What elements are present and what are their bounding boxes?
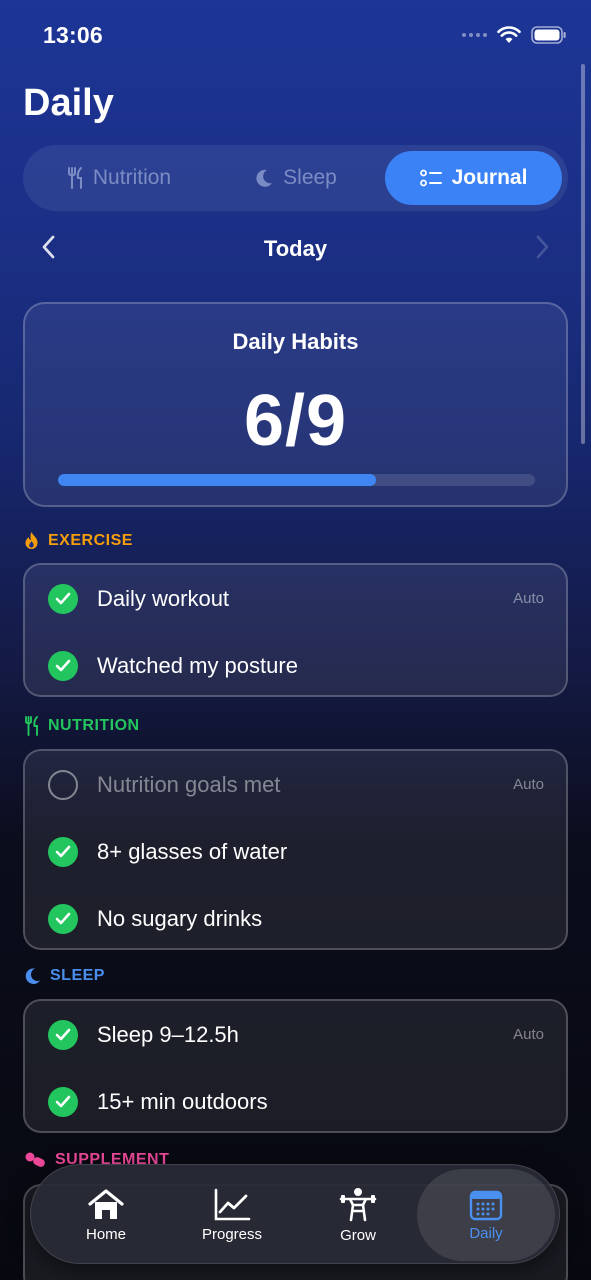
auto-badge: Auto [513,776,544,793]
status-time: 13:06 [43,22,103,48]
status-icons [462,26,567,44]
flame-icon [25,532,38,549]
check-circle-icon[interactable] [48,650,78,681]
sleep-card: Sleep 9–12.5h Auto 15+ min outdoors [23,999,568,1133]
section-title-sleep: SLEEP [50,967,105,984]
habit-row-water[interactable]: 8+ glasses of water [25,818,566,885]
section-title-nutrition: NUTRITION [48,717,140,734]
section-header-exercise: EXERCISE [24,531,133,550]
bottom-tab-bar: Home Progress Grow Daily [30,1164,560,1264]
habit-label: Daily workout [97,585,230,611]
tab-sleep-label: Sleep [283,166,337,189]
habit-label: 8+ glasses of water [97,838,288,864]
habit-row-no-sugary-drinks[interactable]: No sugary drinks [25,885,566,952]
tab-home[interactable]: Home [43,1165,169,1265]
tab-daily[interactable]: Daily [417,1169,555,1261]
tab-journal-label: Journal [451,166,528,189]
segmented-control: Nutrition Sleep Journal [23,145,568,211]
moon-icon [25,968,40,984]
tab-daily-label: Daily [469,1224,503,1242]
section-title-exercise: EXERCISE [48,531,133,549]
list-icon [419,169,442,187]
habit-label: No sugary drinks [97,905,263,931]
habit-label: Nutrition goals met [97,771,281,797]
wifi-icon [497,26,521,43]
status-bar: 13:06 [0,0,591,70]
scrollbar[interactable] [581,64,585,444]
exercise-card: Daily workout Auto Watched my posture [23,563,568,697]
battery-icon [531,26,566,44]
tab-nutrition[interactable]: Nutrition [31,151,207,205]
habit-label: Sleep 9–12.5h [97,1021,239,1047]
habit-row-outdoors[interactable]: 15+ min outdoors [25,1068,566,1135]
calendar-icon [469,1190,503,1220]
habit-row-daily-workout[interactable]: Daily workout Auto [25,565,566,632]
page-title: Daily [23,82,114,124]
habit-row-sleep-hours[interactable]: Sleep 9–12.5h Auto [25,1001,566,1068]
habits-progress-fill [58,474,377,486]
habits-progress-bar [58,474,535,486]
auto-badge: Auto [513,1026,544,1043]
auto-badge: Auto [513,590,544,607]
fork-knife-icon [25,716,38,736]
tab-journal[interactable]: Journal [385,151,562,205]
fork-knife-icon [67,167,82,189]
tab-home-label: Home [85,1225,126,1243]
habit-label: 15+ min outdoors [97,1088,268,1114]
chart-icon [214,1188,251,1220]
section-header-nutrition: NUTRITION [24,716,140,736]
daily-habits-count: 6/9 [243,381,348,461]
tab-progress[interactable]: Progress [169,1165,295,1265]
chevron-right-icon[interactable] [534,234,550,260]
tab-nutrition-label: Nutrition [92,166,172,189]
tab-progress-label: Progress [201,1225,263,1243]
date-label: Today [263,236,328,261]
check-circle-icon[interactable] [48,1019,78,1050]
tab-sleep[interactable]: Sleep [207,151,385,205]
empty-circle-icon[interactable] [48,769,78,800]
signal-dots-icon [462,33,487,37]
habit-label: Watched my posture [97,652,298,678]
check-circle-icon[interactable] [48,583,78,614]
check-circle-icon[interactable] [48,1086,78,1117]
section-header-sleep: SLEEP [24,967,105,985]
check-circle-icon[interactable] [48,836,78,867]
check-circle-icon[interactable] [48,903,78,934]
tab-grow[interactable]: Grow [295,1165,421,1265]
moon-icon [256,169,273,187]
tab-grow-label: Grow [340,1226,376,1244]
habit-row-nutrition-goals[interactable]: Nutrition goals met Auto [25,751,566,818]
house-icon [88,1188,124,1219]
weightlifter-icon [339,1187,377,1221]
daily-habits-card: Daily Habits 6/9 [23,302,568,507]
daily-habits-title: Daily Habits [232,329,359,354]
habit-row-watched-posture[interactable]: Watched my posture [25,632,566,699]
date-navigator: Today [23,228,568,270]
nutrition-card: Nutrition goals met Auto 8+ glasses of w… [23,749,568,950]
